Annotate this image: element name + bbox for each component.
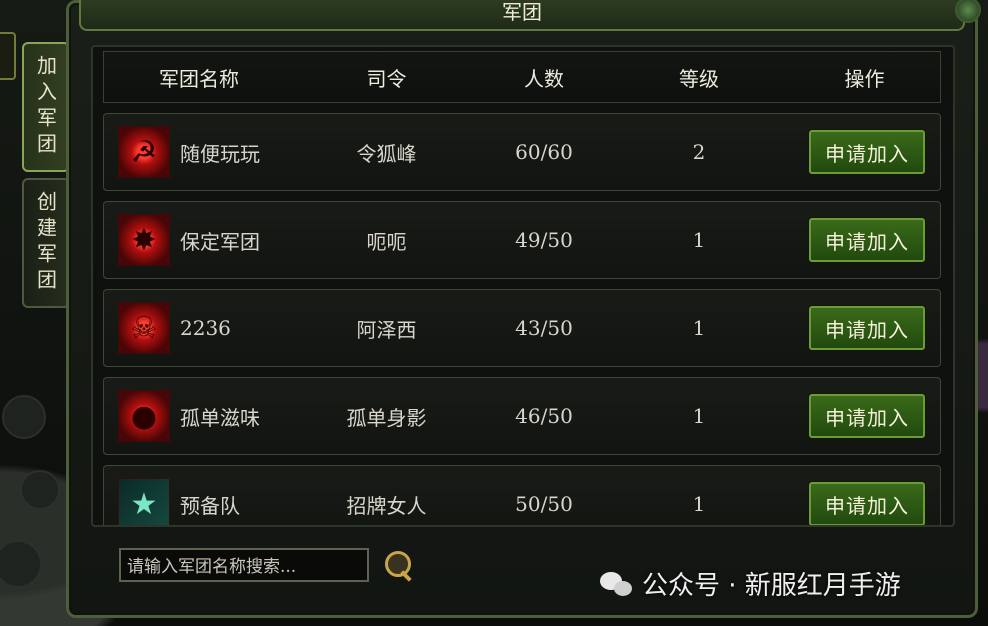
- commander: 阿泽西: [356, 317, 417, 342]
- legion-name: 预备队: [180, 493, 240, 518]
- commander: 令狐峰: [356, 141, 417, 166]
- member-count: 50/50: [515, 492, 573, 516]
- watermark-text: 公众号 · 新服红月手游: [642, 571, 901, 601]
- hammer-sickle-icon: ☭: [118, 126, 170, 178]
- header-level: 等级: [679, 66, 719, 91]
- apply-join-button[interactable]: 申请加入: [809, 130, 925, 174]
- legion-name: 保定军团: [180, 229, 260, 254]
- red-splash-icon: ✸: [118, 214, 170, 266]
- header-members: 人数: [524, 66, 564, 91]
- tab-create-legion[interactable]: 创建军团: [22, 178, 70, 308]
- watermark: 公众号 · 新服红月手游: [600, 565, 901, 602]
- legion-name-cell: ✸ 保定军团: [104, 214, 294, 266]
- legion-name-cell: ★ 预备队: [104, 478, 294, 525]
- legion-name: 随便玩玩: [180, 141, 260, 166]
- close-gem-icon[interactable]: [955, 0, 981, 23]
- header-action: 操作: [844, 66, 885, 91]
- member-count: 46/50: [515, 404, 573, 428]
- commander: 招牌女人: [346, 493, 427, 518]
- skull-icon: ☠: [118, 302, 170, 354]
- table-row[interactable]: ☭ 随便玩玩 令狐峰 60/60 2 申请加入: [103, 113, 941, 191]
- rock-decoration: [2, 395, 46, 439]
- legion-search-input[interactable]: 请输入军团名称搜索...: [119, 548, 369, 582]
- tab-join-legion[interactable]: 加入军团: [22, 42, 70, 172]
- window-title: 军团: [79, 0, 965, 31]
- legion-window: 军团 军团名称 司令 人数 等级 操作 ☭ 随便玩玩 令狐峰 60/60 2 申…: [66, 0, 981, 618]
- legion-level: 1: [692, 492, 706, 516]
- member-count: 60/60: [515, 140, 573, 164]
- tab-create-legion-label: 创建军团: [33, 191, 58, 295]
- green-star-icon: ★: [118, 478, 170, 525]
- commander: 呃呃: [366, 229, 407, 254]
- apply-join-button[interactable]: 申请加入: [809, 218, 925, 262]
- apply-join-button[interactable]: 申请加入: [809, 482, 925, 525]
- legion-level: 1: [692, 228, 706, 252]
- legion-name-cell: ☠ 2236: [104, 302, 294, 354]
- header-legion-name: 军团名称: [159, 66, 239, 91]
- legion-level: 1: [692, 316, 706, 340]
- legion-level: 1: [692, 404, 706, 428]
- commander: 孤单身影: [346, 405, 427, 430]
- table-row[interactable]: ☠ 2236 阿泽西 43/50 1 申请加入: [103, 289, 941, 367]
- rock-decoration: [20, 470, 60, 510]
- member-count: 49/50: [515, 228, 573, 252]
- search-icon[interactable]: [385, 551, 411, 577]
- wechat-icon: [600, 570, 634, 598]
- rock-decoration: [0, 540, 42, 588]
- legion-name-cell: ☭ 随便玩玩: [104, 126, 294, 178]
- legion-name-cell: ● 孤单滋味: [104, 390, 294, 442]
- collapsed-side-button[interactable]: [0, 32, 16, 80]
- table-row[interactable]: ★ 预备队 招牌女人 50/50 1 申请加入: [103, 465, 941, 525]
- legion-list-panel: 军团名称 司令 人数 等级 操作 ☭ 随便玩玩 令狐峰 60/60 2 申请加入…: [91, 45, 955, 527]
- tab-join-legion-label: 加入军团: [33, 55, 58, 159]
- header-commander: 司令: [366, 66, 407, 91]
- legion-name: 孤单滋味: [180, 405, 260, 430]
- member-count: 43/50: [515, 316, 573, 340]
- table-row[interactable]: ● 孤单滋味 孤单身影 46/50 1 申请加入: [103, 377, 941, 455]
- legion-name: 2236: [180, 316, 231, 340]
- table-header: 军团名称 司令 人数 等级 操作: [103, 51, 941, 103]
- apply-join-button[interactable]: 申请加入: [809, 306, 925, 350]
- table-row[interactable]: ✸ 保定军团 呃呃 49/50 1 申请加入: [103, 201, 941, 279]
- legion-level: 2: [692, 140, 706, 164]
- apply-join-button[interactable]: 申请加入: [809, 394, 925, 438]
- red-orb-icon: ●: [118, 390, 170, 442]
